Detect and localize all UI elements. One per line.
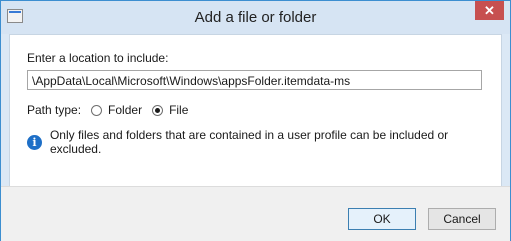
folder-option[interactable]: Folder	[91, 103, 142, 117]
file-radio[interactable]	[152, 104, 164, 116]
ok-button[interactable]: OK	[348, 208, 416, 230]
path-type-label: Path type:	[27, 103, 82, 117]
title-bar[interactable]: Add a file or folder ✕	[1, 1, 510, 34]
info-text: Only files and folders that are containe…	[49, 128, 449, 156]
info-icon: i	[27, 134, 42, 150]
file-option-label: File	[169, 103, 189, 117]
dialog-title: Add a file or folder	[194, 9, 317, 26]
location-label: Enter a location to include:	[27, 51, 169, 65]
info-message: i Only files and folders that are contai…	[27, 128, 501, 156]
dialog-window: Add a file or folder ✕ Enter a location …	[0, 0, 511, 241]
folder-option-label: Folder	[108, 103, 143, 117]
dialog-content: Enter a location to include: \AppData\Lo…	[9, 34, 502, 187]
path-type-row: Path type: Folder File	[27, 102, 188, 118]
close-button[interactable]: ✕	[475, 1, 504, 20]
folder-radio[interactable]	[91, 104, 103, 116]
button-bar: OK Cancel	[1, 186, 510, 241]
file-option[interactable]: File	[152, 103, 188, 117]
cancel-button[interactable]: Cancel	[428, 208, 496, 230]
location-input[interactable]: \AppData\Local\Microsoft\Windows\appsFol…	[27, 70, 482, 90]
